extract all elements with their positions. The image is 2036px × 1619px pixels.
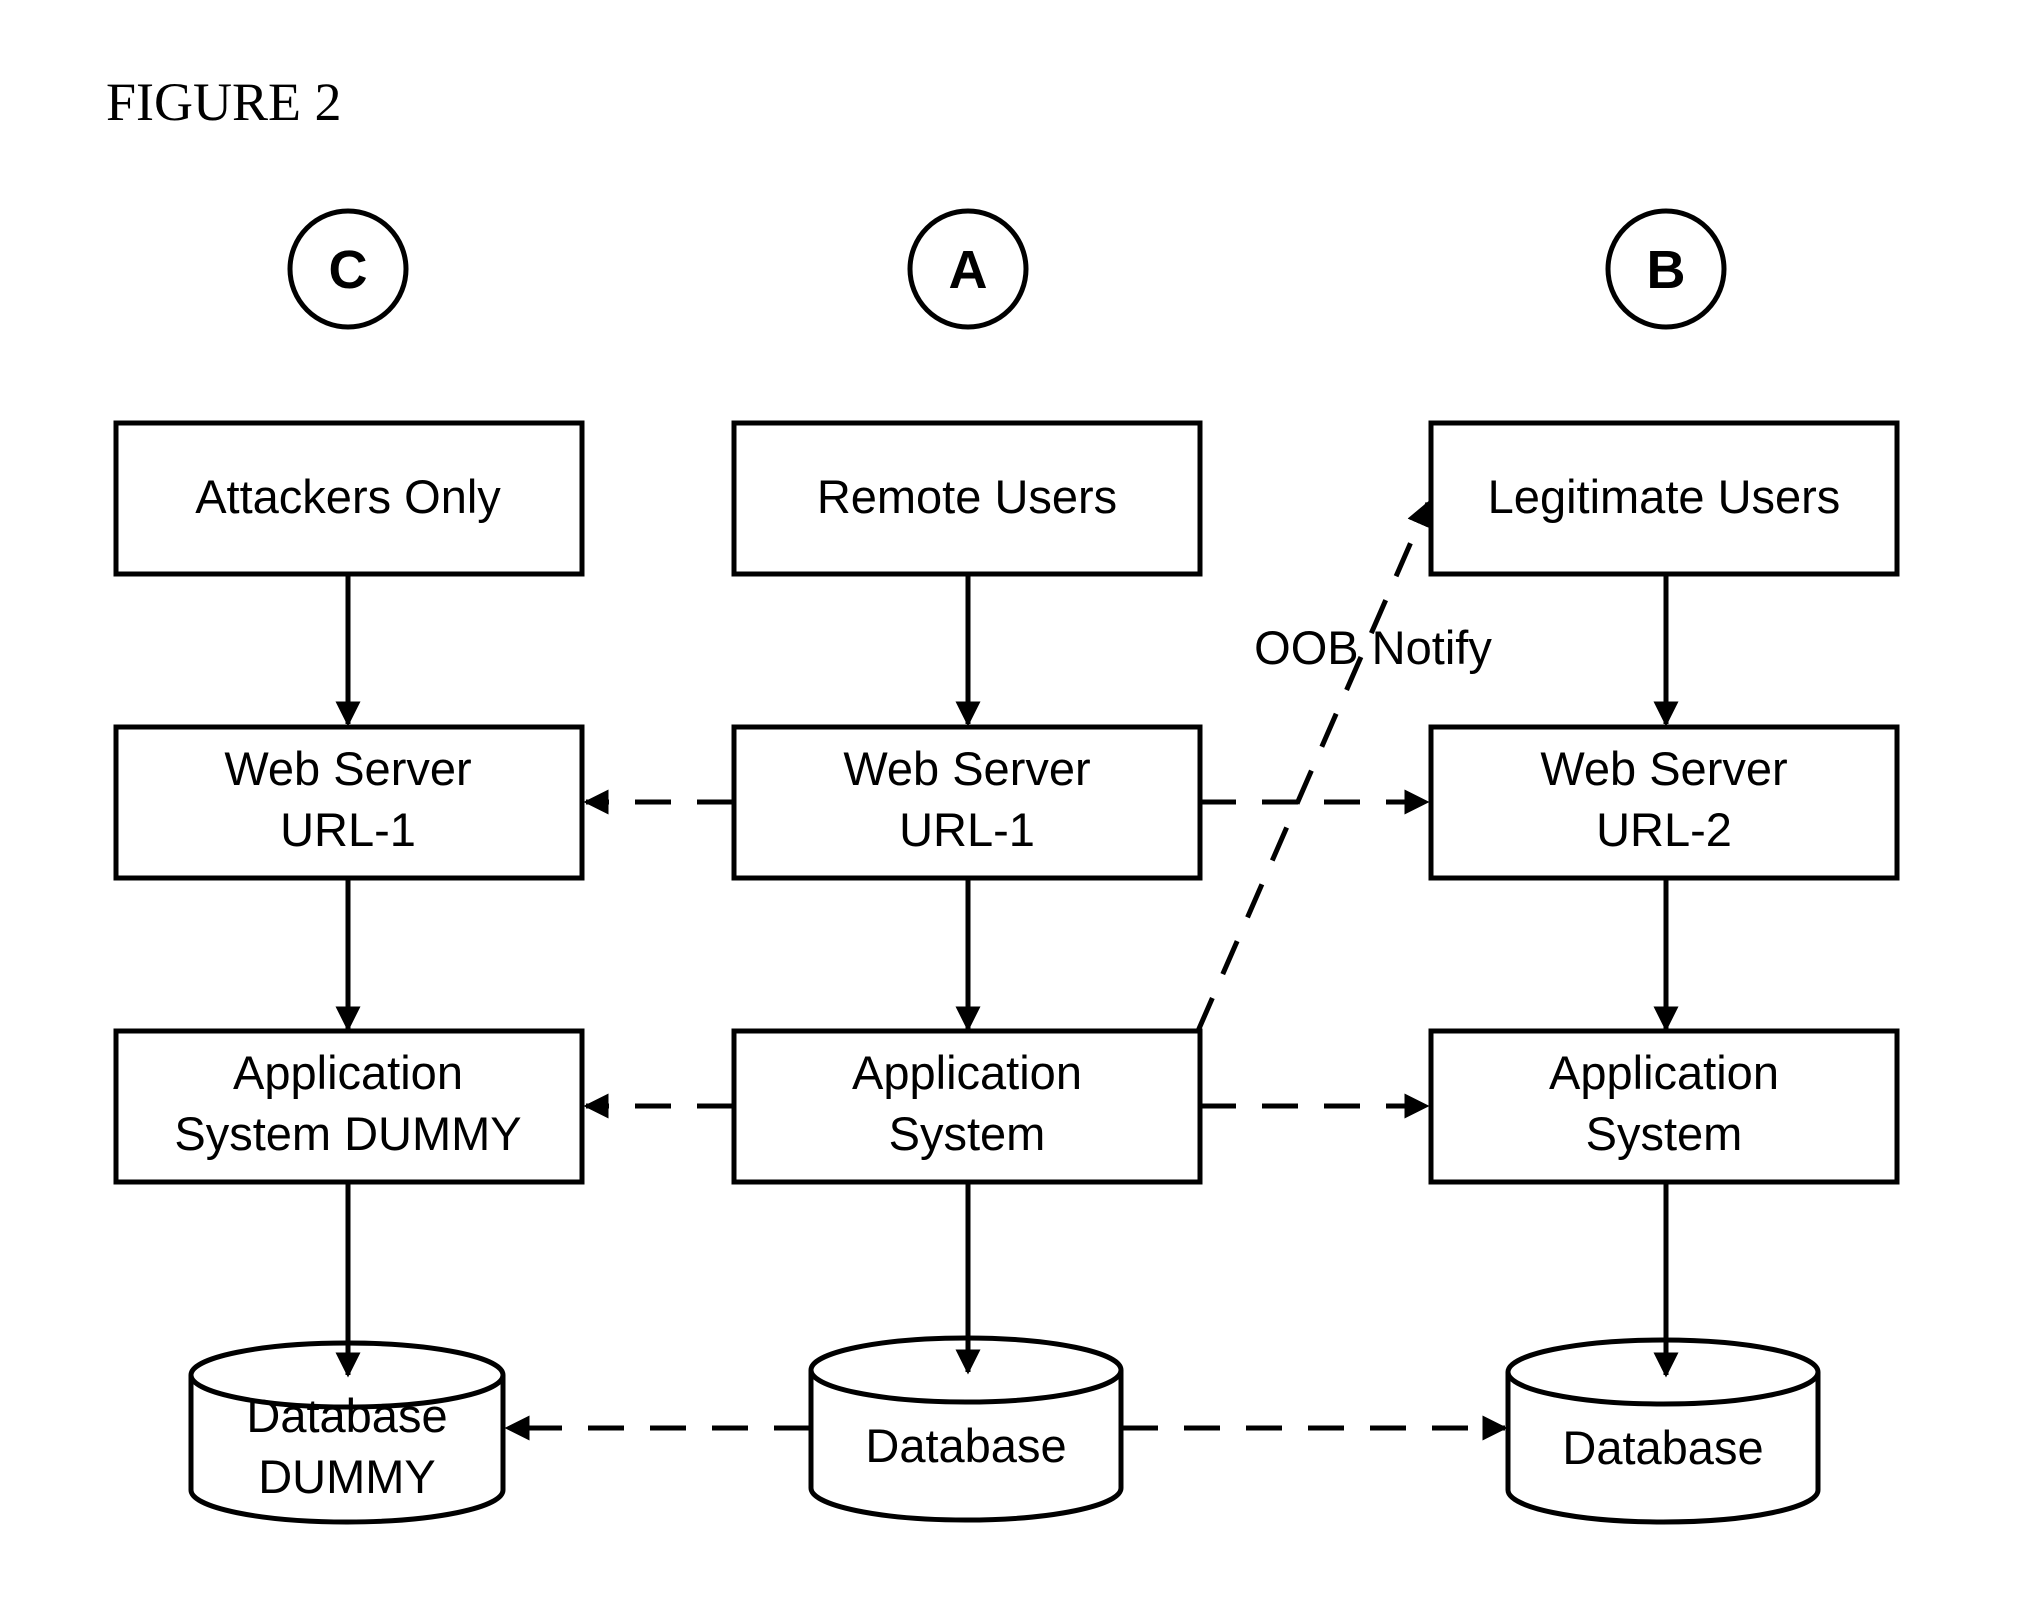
oob-notify-arrow — [1195, 500, 1431, 1032]
node-label: Remote Users — [817, 470, 1117, 523]
node-label-line1: Application — [1549, 1046, 1779, 1099]
node-b-web-server: Web Server URL-2 — [1428, 724, 1900, 881]
node-label-line2: System — [889, 1107, 1046, 1160]
figure-title: FIGURE 2 — [106, 72, 342, 132]
node-label-line1: Web Server — [224, 742, 471, 795]
column-b-label: B — [1647, 240, 1686, 300]
node-c-application-system-dummy: Application System DUMMY — [113, 1028, 585, 1185]
node-label-line1: Web Server — [1540, 742, 1787, 795]
node-label-line2: System — [1586, 1107, 1743, 1160]
column-a-marker: A — [907, 208, 1029, 330]
node-label-line2: DUMMY — [258, 1450, 436, 1503]
node-b-database: Database — [1505, 1337, 1821, 1525]
node-c-web-server: Web Server URL-1 — [113, 724, 585, 881]
node-remote-users: Remote Users — [731, 420, 1203, 577]
node-label: Legitimate Users — [1488, 470, 1841, 523]
node-b-application-system: Application System — [1428, 1028, 1900, 1185]
node-label-line1: Application — [233, 1046, 463, 1099]
node-label-line2: System DUMMY — [174, 1107, 521, 1160]
column-c-label: C — [329, 240, 368, 300]
node-label: Database — [1562, 1421, 1763, 1474]
node-label-line1: Database — [246, 1389, 447, 1442]
node-attackers-only: Attackers Only — [113, 420, 585, 577]
node-label-line2: URL-1 — [280, 803, 416, 856]
node-label-line1: Web Server — [843, 742, 1090, 795]
column-c-marker: C — [287, 208, 409, 330]
node-a-web-server: Web Server URL-1 — [731, 724, 1203, 881]
node-label-line2: URL-1 — [899, 803, 1035, 856]
node-legitimate-users: Legitimate Users — [1428, 420, 1900, 577]
node-a-application-system: Application System — [731, 1028, 1203, 1185]
solid-arrows — [335, 575, 1679, 1378]
node-label-line2: URL-2 — [1596, 803, 1732, 856]
node-label-line1: Application — [852, 1046, 1082, 1099]
node-label: Database — [865, 1419, 1066, 1472]
column-b-marker: B — [1605, 208, 1727, 330]
figure-2-diagram: FIGURE 2 C A B Attackers Only Web Server… — [106, 72, 1900, 1525]
column-a-label: A — [949, 240, 988, 300]
oob-notify-label: OOB Notify — [1254, 621, 1492, 674]
node-label: Attackers Only — [195, 470, 501, 523]
